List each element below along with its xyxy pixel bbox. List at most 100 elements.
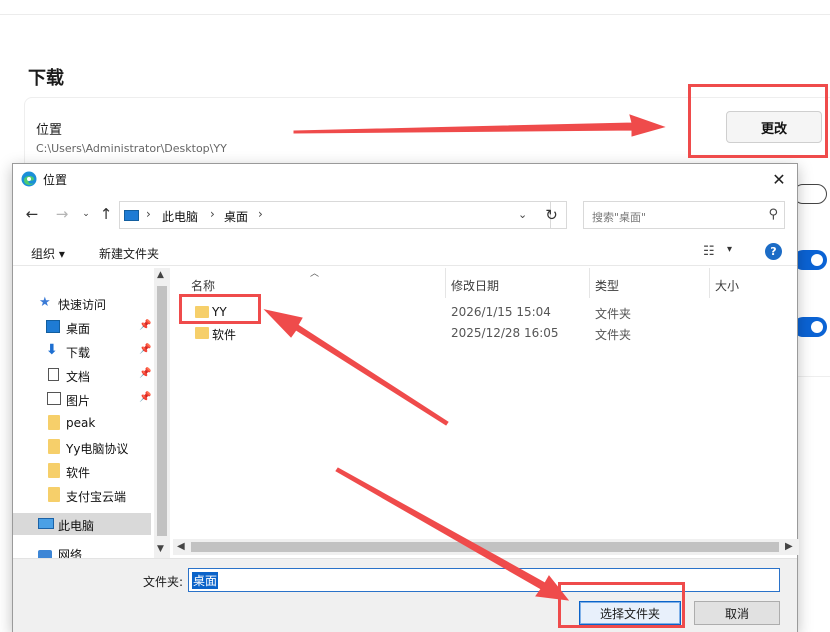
scrollbar-thumb[interactable] xyxy=(191,542,779,552)
sort-ascending-icon: ︿ xyxy=(310,269,320,279)
table-row[interactable]: YY 2026/1/15 15:04 文件夹 xyxy=(183,302,789,323)
nav-item-quick-access[interactable]: ★ 快速访问 xyxy=(13,292,153,314)
setting-toggle-3[interactable] xyxy=(793,317,827,337)
nav-item-software[interactable]: 软件 xyxy=(13,460,153,482)
column-header-modified[interactable]: 修改日期 xyxy=(451,277,499,294)
navigation-scrollbar[interactable]: ▲ ▼ xyxy=(154,268,170,558)
dialog-toolbar: 组织 ▾ 新建文件夹 ☷ ▾ ? xyxy=(13,236,797,266)
search-box[interactable]: 搜索"桌面" ⚲ xyxy=(583,201,785,229)
pin-icon: 📌 xyxy=(139,320,152,331)
scroll-right-icon[interactable]: ▶ xyxy=(785,541,793,552)
view-options-icon[interactable]: ☷ xyxy=(703,244,715,259)
file-list-horizontal-scrollbar[interactable]: ◀ ▶ xyxy=(173,539,799,555)
nav-item-label: 支付宝云端 xyxy=(66,490,127,504)
setting-toggle-2[interactable] xyxy=(793,250,827,270)
organize-menu[interactable]: 组织 ▾ xyxy=(31,245,65,262)
nav-item-documents[interactable]: 文档 📌 xyxy=(13,364,153,386)
breadcrumb-separator: › xyxy=(258,207,263,221)
nav-item-downloads[interactable]: ⬇ 下载 📌 xyxy=(13,340,153,362)
nav-item-label: 此电脑 xyxy=(58,519,95,533)
file-modified: 2026/1/15 15:04 xyxy=(451,305,551,319)
back-arrow-icon[interactable]: ← xyxy=(23,205,41,223)
nav-item-label: 文档 xyxy=(66,370,91,384)
dialog-titlebar: 位置 ✕ xyxy=(13,164,797,194)
view-dropdown-icon[interactable]: ▾ xyxy=(727,244,732,255)
refresh-icon[interactable]: ↻ xyxy=(537,201,567,229)
star-icon: ★ xyxy=(39,295,51,310)
highlight-box-change xyxy=(688,84,828,158)
location-label: 位置 xyxy=(36,123,63,138)
address-dropdown-icon[interactable]: ⌄ xyxy=(518,208,527,221)
folder-name-value: 桌面 xyxy=(192,572,219,589)
column-header-type[interactable]: 类型 xyxy=(595,277,619,294)
dialog-title: 位置 xyxy=(43,173,68,187)
nav-item-label: Yy电脑协议 xyxy=(66,442,129,456)
nav-item-label: 网络 xyxy=(58,548,83,558)
column-divider[interactable] xyxy=(709,268,710,298)
file-list-header: ︿ 名称 修改日期 类型 大小 xyxy=(183,268,789,298)
navigation-row: ← → ⌄ ↑ › 此电脑 › 桌面 › ⌄ ↻ 搜索"桌面" ⚲ xyxy=(13,199,797,231)
nav-item-label: 下载 xyxy=(66,346,91,360)
scrollbar-thumb[interactable] xyxy=(157,286,167,536)
nav-item-desktop[interactable]: 桌面 📌 xyxy=(13,316,153,338)
column-header-name[interactable]: 名称 xyxy=(191,277,215,294)
breadcrumb-separator: › xyxy=(146,207,151,221)
section-title-download: 下载 xyxy=(28,68,64,89)
picture-icon xyxy=(47,392,61,405)
nav-item-label: 软件 xyxy=(66,466,91,480)
nav-item-peak[interactable]: peak xyxy=(13,412,153,434)
nav-item-label: 图片 xyxy=(66,394,91,408)
column-header-size[interactable]: 大小 xyxy=(715,277,739,294)
column-divider[interactable] xyxy=(589,268,590,298)
forward-arrow-icon[interactable]: → xyxy=(53,205,71,223)
folder-field-label: 文件夹: xyxy=(143,575,184,589)
recent-locations-chevron-icon[interactable]: ⌄ xyxy=(77,205,95,223)
folder-name-input[interactable]: 桌面 xyxy=(188,568,780,592)
scroll-down-icon[interactable]: ▼ xyxy=(157,544,164,554)
search-icon: ⚲ xyxy=(768,207,778,222)
nav-item-yy-protocol[interactable]: Yy电脑协议 xyxy=(13,436,153,458)
download-icon: ⬇ xyxy=(46,342,58,358)
breadcrumb-desktop[interactable]: 桌面 xyxy=(224,208,248,225)
nav-item-network[interactable]: 网络 xyxy=(13,544,153,558)
highlight-box-select-folder xyxy=(558,582,685,628)
edge-browser-icon xyxy=(21,171,37,187)
document-icon xyxy=(48,368,59,381)
scroll-up-icon[interactable]: ▲ xyxy=(157,270,164,280)
file-type: 文件夹 xyxy=(595,307,632,321)
pin-icon: 📌 xyxy=(139,368,152,379)
up-arrow-icon[interactable]: ↑ xyxy=(97,205,115,223)
folder-icon xyxy=(48,439,60,454)
nav-item-label: 桌面 xyxy=(66,322,91,336)
breadcrumb-this-pc[interactable]: 此电脑 xyxy=(162,208,198,225)
desktop-icon xyxy=(46,320,60,333)
network-icon xyxy=(38,550,52,558)
location-path: C:\Users\Administrator\Desktop\YY xyxy=(36,142,227,155)
nav-item-label: peak xyxy=(66,416,96,430)
folder-picker-dialog: 位置 ✕ ← → ⌄ ↑ › 此电脑 › 桌面 › ⌄ ↻ 搜索"桌面" ⚲ 组… xyxy=(12,163,799,632)
file-name: 软件 xyxy=(212,328,237,342)
help-icon[interactable]: ? xyxy=(765,243,782,260)
setting-toggle-1[interactable] xyxy=(793,184,827,204)
new-folder-button[interactable]: 新建文件夹 xyxy=(99,245,159,262)
address-bar[interactable]: › 此电脑 › 桌面 › ⌄ xyxy=(119,201,551,229)
computer-icon xyxy=(38,518,54,529)
file-modified: 2025/12/28 16:05 xyxy=(451,326,559,340)
nav-item-this-pc[interactable]: 此电脑 xyxy=(13,513,151,535)
cancel-button[interactable]: 取消 xyxy=(694,601,780,625)
column-divider[interactable] xyxy=(445,268,446,298)
scroll-left-icon[interactable]: ◀ xyxy=(177,541,185,552)
close-icon[interactable]: ✕ xyxy=(767,168,791,190)
nav-item-pictures[interactable]: 图片 📌 xyxy=(13,388,153,410)
breadcrumb-separator: › xyxy=(210,207,215,221)
search-input[interactable]: 搜索"桌面" xyxy=(592,209,646,225)
folder-icon xyxy=(48,463,60,478)
nav-item-alipay-cloud[interactable]: 支付宝云端 xyxy=(13,484,153,506)
computer-icon xyxy=(124,210,139,221)
file-type: 文件夹 xyxy=(595,328,632,342)
table-row[interactable]: 软件 2025/12/28 16:05 文件夹 xyxy=(183,323,789,344)
pin-icon: 📌 xyxy=(139,344,152,355)
folder-icon xyxy=(48,487,60,502)
folder-icon xyxy=(195,327,209,339)
pin-icon: 📌 xyxy=(139,392,152,403)
